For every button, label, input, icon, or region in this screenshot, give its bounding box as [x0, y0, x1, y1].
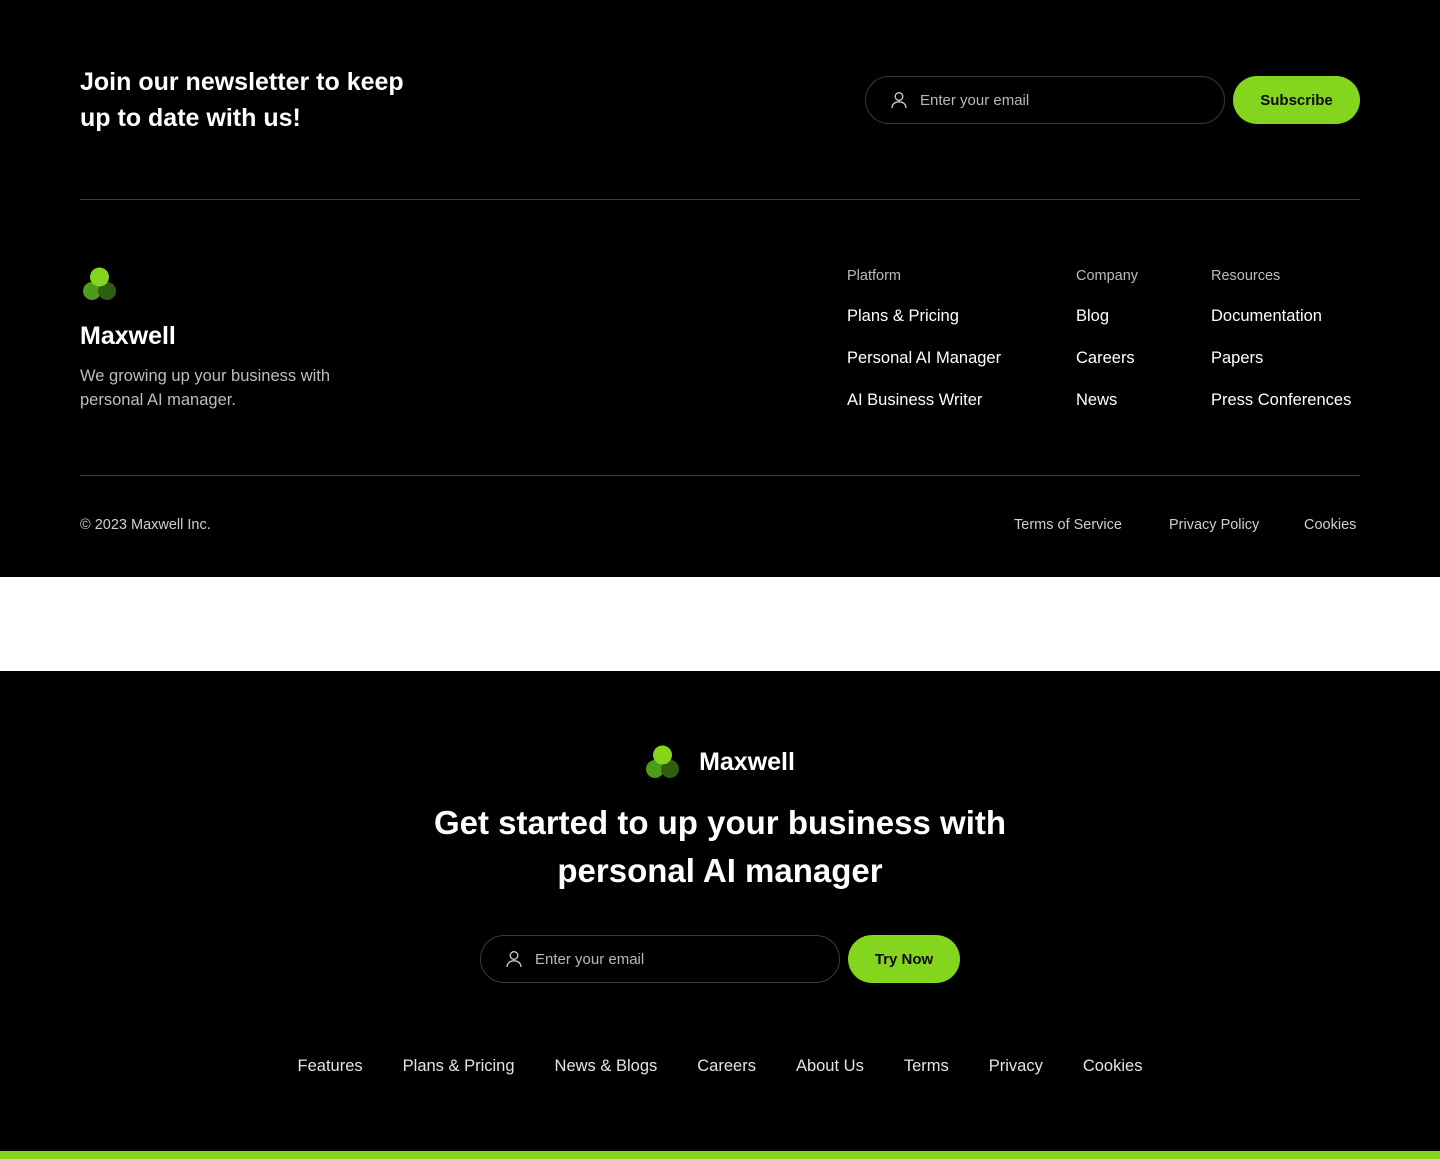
- accent-bar: [0, 1151, 1440, 1159]
- nav-careers[interactable]: Careers: [697, 1057, 756, 1076]
- user-icon: [890, 91, 908, 109]
- privacy-policy-link[interactable]: Privacy Policy: [1169, 517, 1259, 533]
- maxwell-logo-icon: [83, 267, 116, 300]
- brand-tagline: We growing up your business with persona…: [80, 367, 331, 409]
- link-careers[interactable]: Careers: [1076, 348, 1138, 369]
- link-blog[interactable]: Blog: [1076, 306, 1138, 327]
- newsletter-email-input[interactable]: [920, 91, 1200, 109]
- brand-name: Maxwell: [80, 322, 176, 350]
- divider-top: [80, 199, 1360, 200]
- cta-email-input[interactable]: [535, 950, 815, 968]
- cta-brand: Maxwell: [0, 745, 1440, 779]
- link-plans-pricing[interactable]: Plans & Pricing: [847, 306, 1001, 327]
- maxwell-logo-icon: [646, 745, 680, 778]
- footer-cta: Maxwell Get started to up your business …: [0, 671, 1440, 1159]
- link-ai-business-writer[interactable]: AI Business Writer: [847, 390, 1001, 411]
- link-documentation[interactable]: Documentation: [1211, 306, 1351, 327]
- copyright-text: © 2023 Maxwell Inc.: [80, 517, 211, 533]
- cookies-link[interactable]: Cookies: [1304, 517, 1356, 533]
- newsletter-title: Join our newsletter to keep up to date w…: [80, 68, 404, 132]
- divider-bottom: [80, 475, 1360, 476]
- footer-nav: Features Plans & Pricing News & Blogs Ca…: [0, 1057, 1440, 1076]
- nav-plans-pricing[interactable]: Plans & Pricing: [403, 1057, 515, 1076]
- column-heading: Resources: [1211, 268, 1281, 284]
- terms-of-service-link[interactable]: Terms of Service: [1014, 517, 1122, 533]
- footer-column-platform: Platform Plans & Pricing Personal AI Man…: [847, 268, 1001, 411]
- try-now-button[interactable]: Try Now: [848, 935, 960, 983]
- link-news[interactable]: News: [1076, 390, 1138, 411]
- newsletter-email-field[interactable]: [865, 76, 1225, 124]
- nav-cookies[interactable]: Cookies: [1083, 1057, 1143, 1076]
- nav-about-us[interactable]: About Us: [796, 1057, 864, 1076]
- nav-terms[interactable]: Terms: [904, 1057, 949, 1076]
- footer-column-company: Company Blog Careers News: [1076, 268, 1138, 411]
- column-heading: Platform: [847, 268, 901, 284]
- user-icon: [505, 950, 523, 968]
- link-papers[interactable]: Papers: [1211, 348, 1351, 369]
- link-personal-ai-manager[interactable]: Personal AI Manager: [847, 348, 1001, 369]
- cta-brand-name: Maxwell: [699, 747, 795, 776]
- nav-features[interactable]: Features: [298, 1057, 363, 1076]
- column-heading: Company: [1076, 268, 1139, 284]
- nav-privacy[interactable]: Privacy: [989, 1057, 1043, 1076]
- cta-title: Get started to up your business with per…: [433, 804, 1007, 889]
- subscribe-button[interactable]: Subscribe: [1233, 76, 1360, 124]
- nav-news-blogs[interactable]: News & Blogs: [555, 1057, 658, 1076]
- cta-email-field[interactable]: [480, 935, 840, 983]
- link-press-conferences[interactable]: Press Conferences: [1211, 390, 1351, 411]
- footer-primary: Join our newsletter to keep up to date w…: [0, 0, 1440, 577]
- footer-column-resources: Resources Documentation Papers Press Con…: [1211, 268, 1351, 411]
